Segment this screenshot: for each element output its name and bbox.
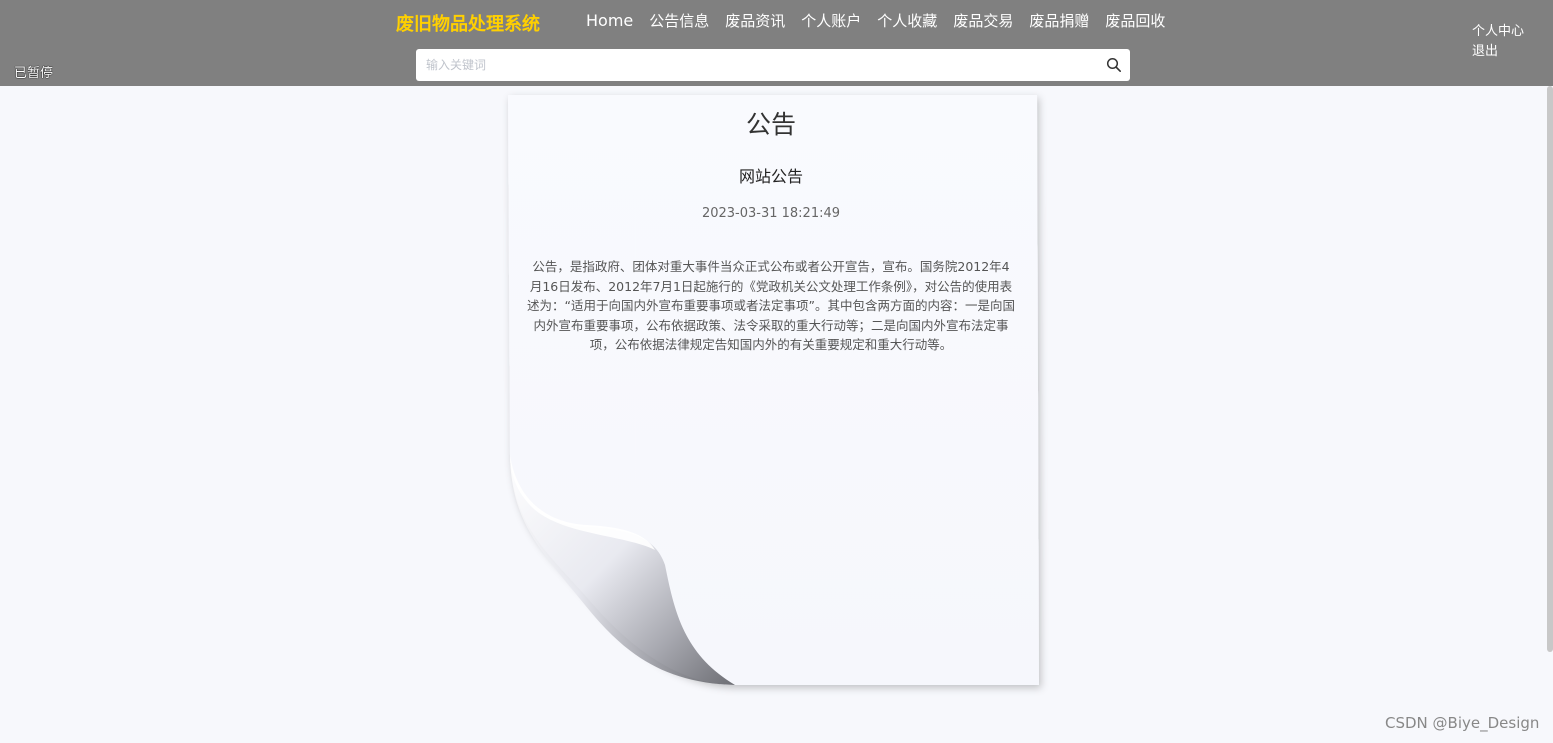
page-title: 公告 [745,110,796,139]
nav-item-notices[interactable]: 公告信息 [649,11,709,31]
user-links: 个人中心 退出 [1472,22,1524,62]
nav-item-donation[interactable]: 废品捐赠 [1029,11,1089,31]
csdn-watermark: CSDN @Biye_Design [1385,714,1540,732]
search-input[interactable] [416,49,1096,81]
paused-status: 已暂停 [14,66,54,81]
nav-item-account[interactable]: 个人账户 [801,11,861,31]
notice-body: 公告，是指政府、团体对重大事件当众正式公布或者公开宣告，宣布。国务院2012年4… [527,259,1015,352]
nav-item-home[interactable]: Home [586,11,633,31]
user-center-link[interactable]: 个人中心 [1472,22,1524,42]
notice-paper: 公告 网站公告 2023-03-31 18:21:49 公告，是指政府、团体对重… [505,95,1041,690]
main-nav: Home 公告信息 废品资讯 个人账户 个人收藏 废品交易 废品捐赠 废品回收 [586,11,1181,31]
search-icon[interactable] [1106,57,1122,73]
notice-title: 网站公告 [738,167,803,186]
nav-item-trade[interactable]: 废品交易 [953,11,1013,31]
nav-item-favorites[interactable]: 个人收藏 [877,11,937,31]
nav-item-waste-news[interactable]: 废品资讯 [725,11,785,31]
search-box [416,49,1130,81]
page-scrollbar[interactable] [1547,86,1553,652]
logout-link[interactable]: 退出 [1472,42,1524,62]
nav-item-recycle[interactable]: 废品回收 [1105,11,1165,31]
notice-timestamp: 2023-03-31 18:21:49 [701,206,841,221]
top-header: 废旧物品处理系统 Home 公告信息 废品资讯 个人账户 个人收藏 废品交易 废… [0,0,1553,86]
brand-title[interactable]: 废旧物品处理系统 [396,10,540,36]
